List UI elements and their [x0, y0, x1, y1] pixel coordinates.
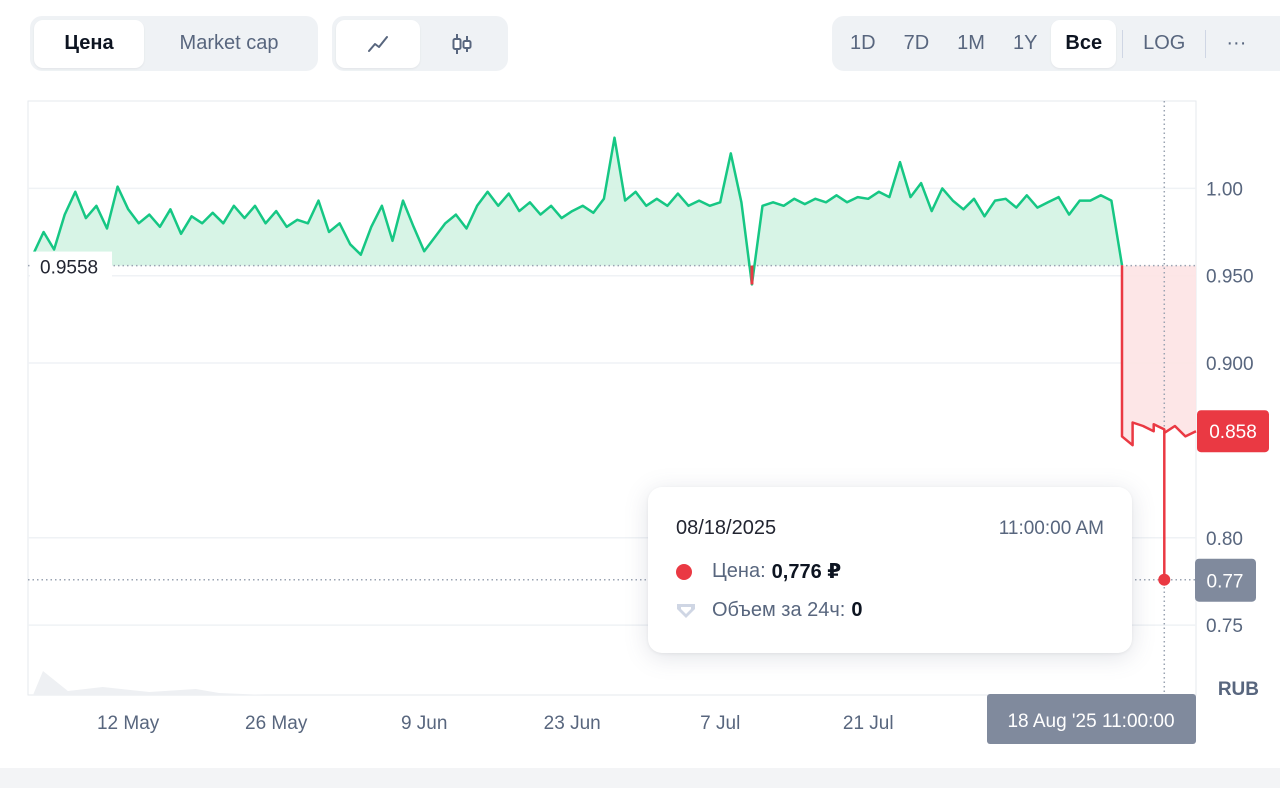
- x-tick-label: 26 May: [245, 713, 308, 734]
- x-tick-label: 21 Jul: [843, 713, 894, 734]
- footer-strip: [0, 768, 1280, 788]
- hover-time-label: 18 Aug '25 11:00:00: [1007, 711, 1174, 732]
- y-tick-label: 0.950: [1206, 267, 1254, 288]
- hover-price-label: 0.77: [1207, 572, 1244, 593]
- baseline-value-label: 0.9558: [40, 258, 98, 279]
- hover-point: [1158, 573, 1171, 586]
- tooltip-time: 11:00:00 AM: [998, 518, 1104, 539]
- x-tick-label: 23 Jun: [544, 713, 601, 734]
- tooltip-price-row: Цена: 0,776 ₽: [676, 559, 841, 584]
- volume-area: [33, 671, 266, 695]
- tooltip-price-value: 0,776 ₽: [771, 561, 842, 583]
- tooltip-volume-row: Объем за 24ч: 0: [676, 599, 862, 622]
- hover-tooltip: 08/18/2025 11:00:00 AM Цена: 0,776 ₽ Объ…: [648, 487, 1132, 653]
- tooltip-volume-label: Объем за 24ч:: [712, 599, 846, 621]
- x-axis: 12 May 26 May 9 Jun 23 Jun 7 Jul 21 Jul: [97, 713, 894, 734]
- hover-time-tag: 18 Aug '25 11:00:00: [987, 694, 1196, 744]
- area-above-baseline: [33, 137, 1122, 285]
- currency-label: RUB: [1218, 679, 1259, 700]
- y-tick-label: 0.80: [1206, 529, 1243, 550]
- x-tick-label: 9 Jun: [401, 713, 447, 734]
- x-tick-label: 7 Jul: [700, 713, 740, 734]
- y-tick-label: 0.75: [1206, 616, 1243, 637]
- current-price-tag: 0.858: [1197, 410, 1269, 453]
- current-price-label: 0.858: [1209, 422, 1257, 443]
- hover-price-tag: 0.77: [1195, 558, 1256, 602]
- tooltip-price-label: Цена:: [712, 560, 766, 582]
- tooltip-volume-value: 0: [851, 599, 863, 621]
- price-dot-icon: [676, 563, 692, 580]
- baseline-label: 0.9558: [30, 251, 112, 280]
- x-tick-label: 12 May: [97, 713, 160, 734]
- price-chart[interactable]: 1.00 0.950 0.900 0.80 0.75 12 May 26 May 9 Jun…: [0, 0, 1280, 770]
- tooltip-date: 08/18/2025: [676, 517, 777, 539]
- volume-icon: [676, 603, 696, 619]
- y-tick-label: 0.900: [1206, 354, 1254, 375]
- y-tick-label: 1.00: [1206, 179, 1243, 200]
